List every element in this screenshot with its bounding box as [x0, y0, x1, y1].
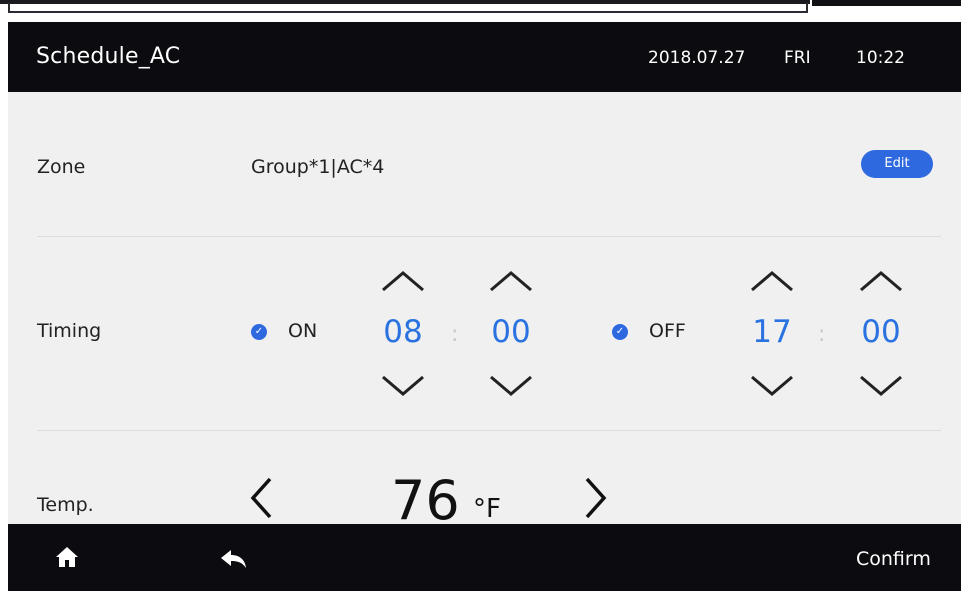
page-title: Schedule_AC: [36, 44, 181, 69]
off-time-separator: :: [818, 322, 826, 347]
off-hour-down-icon[interactable]: [749, 374, 795, 398]
on-minute-up-icon[interactable]: [488, 269, 534, 293]
off-hour-up-icon[interactable]: [749, 269, 795, 293]
timing-label: Timing: [37, 320, 102, 342]
header-time: 10:22: [856, 48, 905, 68]
footer-bar: Confirm: [8, 524, 961, 591]
schedule-content: Zone Group*1|AC*4 Edit Timing ✓ ON 08 : …: [8, 92, 961, 532]
on-label: ON: [288, 320, 318, 342]
off-label: OFF: [649, 320, 686, 342]
zone-label: Zone: [37, 156, 86, 178]
on-minute-value: 00: [491, 314, 531, 350]
header-day: FRI: [784, 48, 811, 68]
header-date: 2018.07.27: [648, 48, 746, 68]
off-hour-value: 17: [752, 314, 792, 350]
temp-unit: °F: [473, 494, 501, 524]
on-time-separator: :: [451, 322, 459, 347]
zone-value: Group*1|AC*4: [251, 156, 385, 178]
divider-timing: [37, 430, 941, 431]
divider-zone: [37, 236, 941, 237]
temp-label: Temp.: [37, 494, 94, 516]
top-frame-block: [812, 0, 961, 6]
off-minute-value: 00: [861, 314, 901, 350]
off-minute-up-icon[interactable]: [858, 269, 904, 293]
on-hour-up-icon[interactable]: [380, 269, 426, 293]
on-hour-down-icon[interactable]: [380, 374, 426, 398]
on-checkbox[interactable]: ✓: [251, 324, 267, 340]
temp-decrease-icon[interactable]: [248, 476, 274, 524]
off-checkbox[interactable]: ✓: [612, 324, 628, 340]
off-minute-down-icon[interactable]: [858, 374, 904, 398]
on-hour-value: 08: [383, 314, 423, 350]
back-arrow-icon[interactable]: [220, 549, 248, 573]
top-frame-border: [8, 3, 808, 13]
temp-increase-icon[interactable]: [583, 476, 609, 524]
confirm-button[interactable]: Confirm: [856, 548, 931, 570]
edit-button[interactable]: Edit: [861, 150, 933, 178]
top-frame-strip: [0, 0, 961, 18]
home-icon[interactable]: [55, 546, 79, 572]
temp-value: 76: [391, 469, 460, 532]
header-bar: Schedule_AC 2018.07.27 FRI 10:22: [8, 22, 961, 92]
on-minute-down-icon[interactable]: [488, 374, 534, 398]
